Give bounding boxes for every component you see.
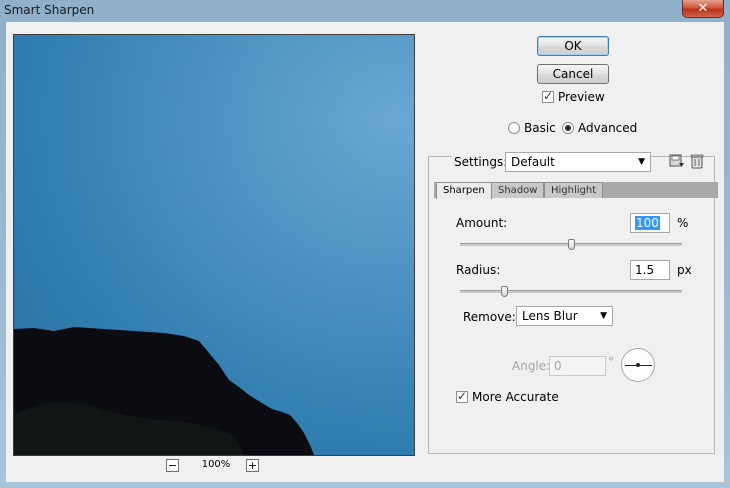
dialog-body: − 100% + OK Cancel Preview Basic Advance… xyxy=(6,22,724,482)
plus-icon: + xyxy=(247,459,258,472)
dialog-window: Smart Sharpen ✕ − 100% + OK Cancel Previ… xyxy=(0,0,730,488)
cancel-button[interactable]: Cancel xyxy=(537,64,609,84)
close-icon: ✕ xyxy=(697,1,709,16)
more-accurate-checkbox[interactable] xyxy=(456,389,468,403)
save-settings-icon[interactable] xyxy=(669,153,685,169)
zoom-level: 100% xyxy=(201,459,231,470)
preview-checkbox[interactable] xyxy=(542,89,554,103)
radius-label: Radius: xyxy=(456,263,501,277)
amount-unit: % xyxy=(677,216,689,230)
mode-basic-radio[interactable] xyxy=(508,122,520,134)
tab-sharpen[interactable]: Sharpen xyxy=(436,182,492,199)
tab-highlight[interactable]: Highlight xyxy=(544,182,604,198)
angle-dial-center xyxy=(636,363,640,367)
settings-select[interactable]: Default ▼ xyxy=(505,152,651,172)
mode-basic-label: Basic xyxy=(524,121,556,135)
trash-icon[interactable] xyxy=(689,153,705,169)
ok-button[interactable]: OK xyxy=(537,36,609,56)
window-title: Smart Sharpen xyxy=(4,3,95,17)
settings-value: Default xyxy=(511,155,555,169)
amount-label: Amount: xyxy=(456,216,508,230)
amount-input[interactable]: 100 xyxy=(630,213,670,233)
minus-icon: − xyxy=(167,459,178,472)
remove-select[interactable]: Lens Blur ▼ xyxy=(516,306,613,326)
angle-dial[interactable] xyxy=(621,348,655,382)
angle-unit: ° xyxy=(608,355,614,369)
remove-label: Remove: xyxy=(463,310,516,324)
preview-image xyxy=(14,327,314,455)
zoom-out-button[interactable]: − xyxy=(166,459,179,472)
preview-label: Preview xyxy=(558,90,605,104)
chevron-down-icon: ▼ xyxy=(638,157,645,167)
settings-label: Settings: xyxy=(452,155,510,169)
image-preview[interactable] xyxy=(13,34,415,456)
settings-group xyxy=(428,156,715,454)
angle-input[interactable]: 0 xyxy=(549,356,606,376)
radius-slider-thumb[interactable] xyxy=(501,286,509,297)
radius-unit: px xyxy=(677,263,692,277)
mode-advanced-radio[interactable] xyxy=(562,122,574,134)
mode-advanced-label: Advanced xyxy=(578,121,638,135)
remove-value: Lens Blur xyxy=(522,309,578,323)
radius-value: 1.5 xyxy=(635,263,655,277)
angle-label: Angle: xyxy=(512,359,551,373)
zoom-in-button[interactable]: + xyxy=(246,459,259,472)
radius-input[interactable]: 1.5 xyxy=(630,260,670,280)
angle-value: 0 xyxy=(554,359,562,373)
amount-slider-thumb[interactable] xyxy=(568,239,575,250)
radius-slider-track[interactable] xyxy=(460,290,682,293)
title-bar[interactable]: Smart Sharpen ✕ xyxy=(0,0,730,22)
more-accurate-label: More Accurate xyxy=(472,390,559,404)
zoom-controls: − 100% + xyxy=(166,459,266,475)
tab-strip: Sharpen Shadow Highlight xyxy=(434,182,718,199)
chevron-down-icon: ▼ xyxy=(600,311,607,321)
amount-value: 100 xyxy=(635,216,660,230)
close-button[interactable]: ✕ xyxy=(682,0,724,18)
tab-shadow[interactable]: Shadow xyxy=(491,182,545,198)
